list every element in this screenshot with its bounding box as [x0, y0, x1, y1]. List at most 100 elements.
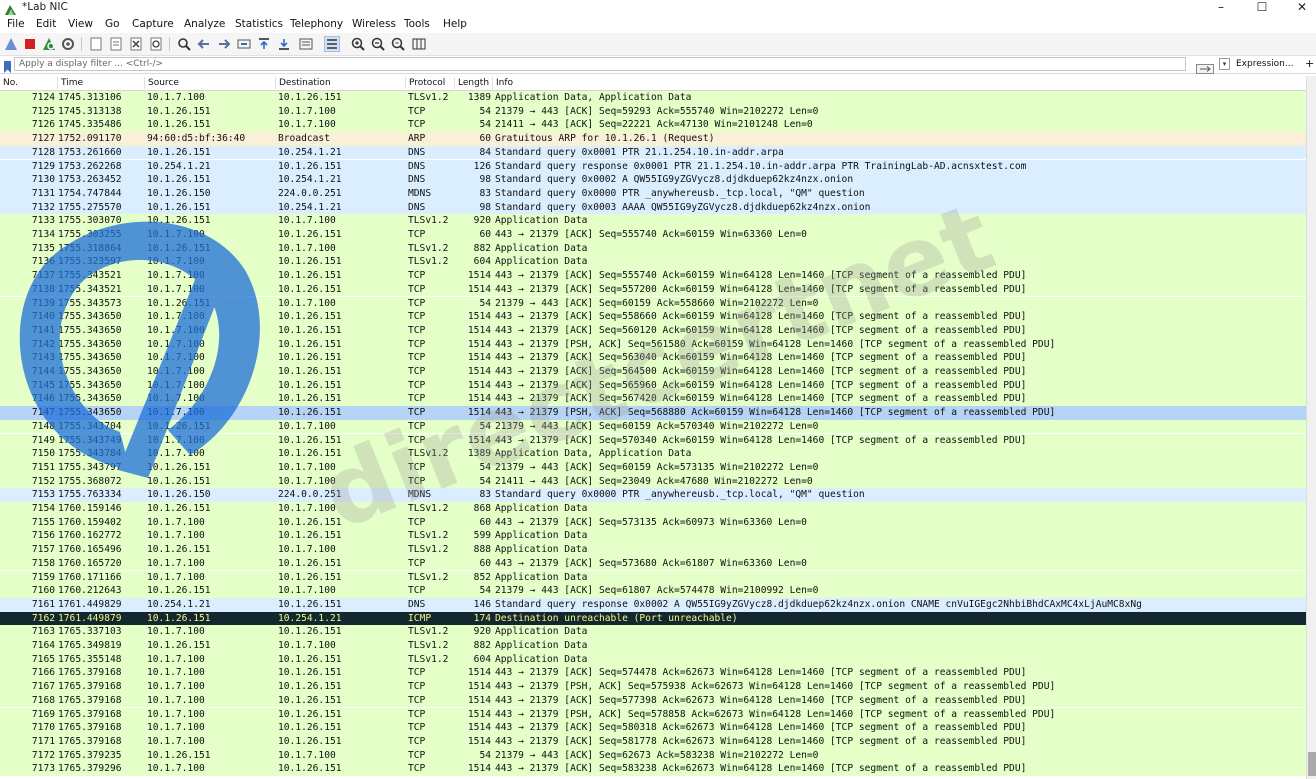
packet-row[interactable]: 7137 1755.343521 10.1.7.100 10.1.26.151 TCP 1…	[0, 269, 1306, 283]
packet-row[interactable]: 7135 1755.318864 10.1.26.151 10.1.7.100 TLSv…	[0, 241, 1306, 256]
menu-tools[interactable]: Tools	[404, 17, 430, 31]
zoom-out-icon[interactable]	[370, 36, 386, 52]
menu-help[interactable]: Help	[443, 17, 467, 31]
packet-row[interactable]: 7167 1765.379168 10.1.7.100 10.1.26.151 TCP 1…	[0, 680, 1306, 694]
packet-row[interactable]: 7156 1760.162772 10.1.7.100 10.1.26.151 TLSv…	[0, 529, 1306, 544]
packet-row[interactable]: 7147 1755.343650 10.1.7.100 10.1.26.151 TCP 1…	[0, 406, 1306, 420]
packet-row[interactable]: 7159 1760.171166 10.1.7.100 10.1.26.151 TLSv…	[0, 570, 1306, 585]
packet-row[interactable]: 7158 1760.165720 10.1.7.100 10.1.26.151 TCP 6…	[0, 556, 1306, 571]
packet-row[interactable]: 7148 1755.343704 10.1.26.151 10.1.7.100 TCP 5…	[0, 419, 1306, 434]
close-button[interactable]: ✕	[1291, 0, 1313, 15]
packet-row[interactable]: 7165 1765.355148 10.1.7.100 10.1.26.151 TLSv…	[0, 652, 1306, 667]
packet-row[interactable]: 7138 1755.343521 10.1.7.100 10.1.26.151 TCP 1…	[0, 282, 1306, 297]
packet-row[interactable]: 7134 1755.303255 10.1.7.100 10.1.26.151 TCP 6…	[0, 228, 1306, 242]
packet-row[interactable]: 7162 1761.449879 10.1.26.151 10.254.1.21 ICM…	[0, 611, 1306, 626]
packet-row[interactable]: 7129 1753.262268 10.254.1.21 10.1.26.151 DNS…	[0, 159, 1306, 174]
packet-row[interactable]: 7157 1760.165496 10.1.26.151 10.1.7.100 TLSv…	[0, 543, 1306, 557]
find-packet-icon[interactable]	[176, 36, 192, 52]
packet-row[interactable]: 7153 1755.763334 10.1.26.150 224.0.0.251 MDN…	[0, 488, 1306, 502]
bookmark-icon[interactable]	[3, 58, 12, 73]
save-file-icon[interactable]	[108, 36, 124, 52]
expression-button[interactable]: Expression...	[1236, 57, 1293, 71]
column-time[interactable]: Time	[57, 77, 83, 89]
go-first-icon[interactable]	[256, 36, 272, 52]
packet-row[interactable]: 7142 1755.343650 10.1.7.100 10.1.26.151 TCP 1…	[0, 337, 1306, 352]
packet-row[interactable]: 7161 1761.449829 10.254.1.21 10.1.26.151 DNS…	[0, 597, 1306, 612]
column-destination[interactable]: Destination	[275, 77, 331, 89]
maximize-button[interactable]: ☐	[1251, 0, 1273, 15]
shark-fin-start-icon[interactable]	[3, 36, 19, 52]
menu-telephony[interactable]: Telephony	[290, 17, 343, 31]
column-source[interactable]: Source	[144, 77, 179, 89]
add-filter-button[interactable]: +	[1305, 56, 1314, 71]
go-to-packet-icon[interactable]	[236, 36, 252, 52]
go-back-icon[interactable]	[196, 36, 212, 52]
filter-dropdown-icon[interactable]: ▾	[1219, 58, 1230, 70]
packet-row[interactable]: 7132 1755.275570 10.1.26.151 10.254.1.21 DNS…	[0, 200, 1306, 215]
display-filter-input[interactable]	[14, 57, 1186, 71]
menu-analyze[interactable]: Analyze	[184, 17, 225, 31]
packet-row[interactable]: 7126 1745.335486 10.1.26.151 10.1.7.100 TCP 5…	[0, 118, 1306, 133]
menu-wireless[interactable]: Wireless	[352, 17, 396, 31]
packet-row[interactable]: 7139 1755.343573 10.1.26.151 10.1.7.100 TCP 5…	[0, 296, 1306, 311]
resize-columns-icon[interactable]	[411, 36, 427, 52]
column-no[interactable]: No.	[0, 77, 18, 89]
packet-row[interactable]: 7124 1745.313106 10.1.7.100 10.1.26.151 TLSv…	[0, 91, 1306, 105]
packet-row[interactable]: 7155 1760.159402 10.1.7.100 10.1.26.151 TCP 6…	[0, 515, 1306, 530]
go-last-icon[interactable]	[276, 36, 292, 52]
menu-capture[interactable]: Capture	[132, 17, 174, 31]
packet-row[interactable]: 7143 1755.343650 10.1.7.100 10.1.26.151 TCP 1…	[0, 351, 1306, 365]
packet-row[interactable]: 7164 1765.349819 10.1.26.151 10.1.7.100 TLSv…	[0, 639, 1306, 653]
menu-statistics[interactable]: Statistics	[235, 17, 283, 31]
capture-options-icon[interactable]	[60, 36, 76, 52]
packet-row[interactable]: 7130 1753.263452 10.1.26.151 10.254.1.21 DNS…	[0, 173, 1306, 187]
packet-list-scrollbar[interactable]	[1306, 76, 1316, 779]
menu-edit[interactable]: Edit	[36, 17, 56, 31]
scrollbar-thumb[interactable]	[1308, 752, 1316, 776]
packet-row[interactable]: 7150 1755.343784 10.1.7.100 10.1.26.151 TLSv…	[0, 447, 1306, 461]
minimize-button[interactable]: –	[1210, 0, 1232, 15]
colorize-icon[interactable]	[324, 36, 340, 52]
packet-row[interactable]: 7146 1755.343650 10.1.7.100 10.1.26.151 TCP 1…	[0, 392, 1306, 407]
packet-row[interactable]: 7127 1752.091170 94:60:d5:bf:36:40 Broadcas…	[0, 132, 1306, 146]
packet-row[interactable]: 7170 1765.379168 10.1.7.100 10.1.26.151 TCP 1…	[0, 721, 1306, 735]
packet-row[interactable]: 7131 1754.747844 10.1.26.150 224.0.0.251 MDN…	[0, 186, 1306, 201]
menu-view[interactable]: View	[68, 17, 93, 31]
open-file-icon[interactable]	[88, 36, 104, 52]
packet-row[interactable]: 7145 1755.343650 10.1.7.100 10.1.26.151 TCP 1…	[0, 378, 1306, 393]
packet-row[interactable]: 7151 1755.343797 10.1.26.151 10.1.7.100 TCP 5…	[0, 460, 1306, 475]
packet-row[interactable]: 7171 1765.379168 10.1.7.100 10.1.26.151 TCP 1…	[0, 734, 1306, 749]
stop-capture-icon[interactable]	[22, 36, 38, 52]
clear-filter-icon[interactable]	[1196, 59, 1214, 74]
go-forward-icon[interactable]	[216, 36, 232, 52]
packet-row[interactable]: 7144 1755.343650 10.1.7.100 10.1.26.151 TCP 1…	[0, 365, 1306, 379]
packet-protocol: TLSv1.2	[408, 626, 449, 638]
close-file-icon[interactable]	[128, 36, 144, 52]
zoom-in-icon[interactable]	[350, 36, 366, 52]
packet-row[interactable]: 7141 1755.343650 10.1.7.100 10.1.26.151 TCP 1…	[0, 323, 1306, 338]
packet-row[interactable]: 7133 1755.303070 10.1.26.151 10.1.7.100 TLSv…	[0, 214, 1306, 228]
packet-row[interactable]: 7125 1745.313138 10.1.26.151 10.1.7.100 TCP 5…	[0, 104, 1306, 119]
packet-row[interactable]: 7152 1755.368072 10.1.26.151 10.1.7.100 TCP 5…	[0, 474, 1306, 489]
packet-row[interactable]: 7168 1765.379168 10.1.7.100 10.1.26.151 TCP 1…	[0, 693, 1306, 708]
autoscroll-icon[interactable]	[298, 36, 314, 52]
packet-row[interactable]: 7136 1755.323597 10.1.7.100 10.1.26.151 TLSv…	[0, 255, 1306, 270]
packet-row[interactable]: 7166 1765.379168 10.1.7.100 10.1.26.151 TCP 1…	[0, 666, 1306, 681]
packet-row[interactable]: 7149 1755.343749 10.1.7.100 10.1.26.151 TCP 1…	[0, 433, 1306, 448]
column-length[interactable]: Length	[454, 77, 489, 89]
packet-row[interactable]: 7163 1765.337103 10.1.7.100 10.1.26.151 TLSv…	[0, 625, 1306, 639]
packet-row[interactable]: 7172 1765.379235 10.1.26.151 10.1.7.100 TCP 5…	[0, 748, 1306, 763]
zoom-normal-icon[interactable]	[390, 36, 406, 52]
packet-row[interactable]: 7140 1755.343650 10.1.7.100 10.1.26.151 TCP 1…	[0, 310, 1306, 324]
column-info[interactable]: Info	[492, 77, 513, 89]
packet-row[interactable]: 7160 1760.212643 10.1.26.151 10.1.7.100 TCP 5…	[0, 584, 1306, 598]
reload-file-icon[interactable]	[148, 36, 164, 52]
packet-row[interactable]: 7128 1753.261660 10.1.26.151 10.254.1.21 DNS…	[0, 145, 1306, 160]
packet-row[interactable]: 7154 1760.159146 10.1.26.151 10.1.7.100 TLSv…	[0, 502, 1306, 516]
column-protocol[interactable]: Protocol	[405, 77, 445, 89]
packet-row[interactable]: 7173 1765.379296 10.1.7.100 10.1.26.151 TCP 1…	[0, 762, 1306, 776]
packet-row[interactable]: 7169 1765.379168 10.1.7.100 10.1.26.151 TCP 1…	[0, 707, 1306, 722]
restart-capture-icon[interactable]	[41, 36, 57, 52]
menu-go[interactable]: Go	[105, 17, 120, 31]
menu-file[interactable]: File	[7, 17, 25, 31]
